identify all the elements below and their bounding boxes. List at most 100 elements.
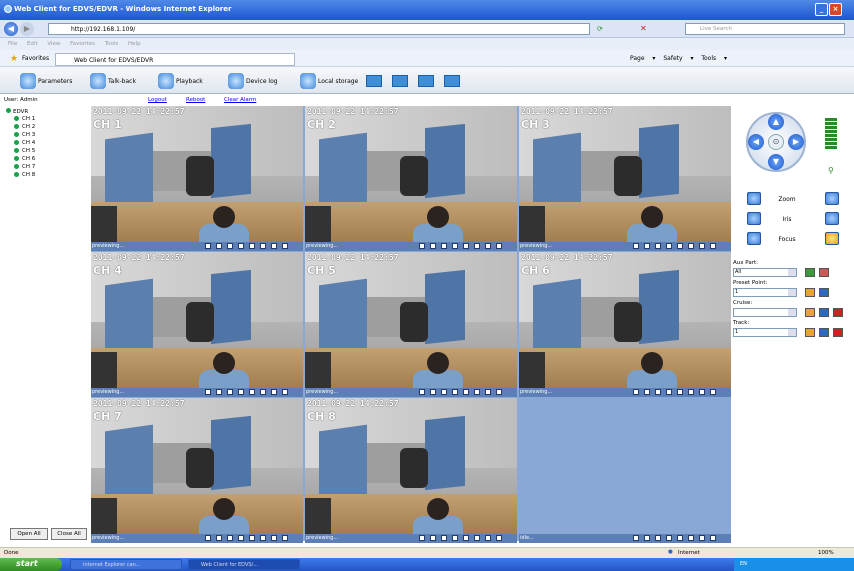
zoom-icon[interactable] [419, 389, 425, 395]
talk-icon[interactable] [677, 243, 683, 249]
focus-far-button[interactable] [825, 232, 839, 245]
fullscreen-icon[interactable] [496, 389, 502, 395]
snapshot-icon[interactable] [227, 535, 233, 541]
track-stop-icon[interactable] [833, 328, 843, 337]
tree-item-ch5[interactable]: CH 5 [14, 148, 35, 156]
preset-call-icon[interactable] [819, 288, 829, 297]
talkback-button[interactable]: Talk-back [88, 73, 136, 89]
talk-icon[interactable] [463, 535, 469, 541]
cruise-start-icon[interactable] [819, 308, 829, 317]
talk-icon[interactable] [463, 389, 469, 395]
forward-icon[interactable]: ▶ [20, 22, 34, 36]
ptz-right-icon[interactable]: ▶ [788, 134, 804, 150]
snapshot-icon[interactable] [655, 535, 661, 541]
audio-icon[interactable] [452, 535, 458, 541]
audio-icon[interactable] [452, 243, 458, 249]
snapshot-icon[interactable] [227, 243, 233, 249]
zoom-icon[interactable] [205, 389, 211, 395]
track-start-icon[interactable] [819, 328, 829, 337]
zoom-icon[interactable] [205, 243, 211, 249]
stop-icon[interactable]: ✕ [640, 24, 647, 33]
open-all-button[interactable]: Open All [10, 528, 48, 540]
aux-off-icon[interactable] [819, 268, 829, 277]
record-icon[interactable] [644, 243, 650, 249]
refresh-icon[interactable] [271, 535, 277, 541]
tree-item-ch8[interactable]: CH 8 [14, 172, 35, 180]
zoom-icon[interactable] [633, 243, 639, 249]
record-icon[interactable] [644, 389, 650, 395]
ptz-icon[interactable] [474, 389, 480, 395]
zoom-in-button[interactable] [825, 192, 839, 205]
audio-icon[interactable] [238, 535, 244, 541]
talk-icon[interactable] [249, 389, 255, 395]
fullscreen-icon[interactable] [710, 243, 716, 249]
fullscreen-icon[interactable] [496, 243, 502, 249]
close-window-button[interactable]: × [829, 3, 842, 16]
tree-root[interactable]: EDVR [6, 108, 28, 115]
video-cell-ch1[interactable]: 2011-09-22 14:22:57 CH 1 previewing... [91, 106, 303, 251]
talk-icon[interactable] [249, 535, 255, 541]
aux-on-icon[interactable] [805, 268, 815, 277]
iris-open-button[interactable] [825, 212, 839, 225]
audio-icon[interactable] [666, 389, 672, 395]
fullscreen-icon[interactable] [496, 535, 502, 541]
video-cell-empty[interactable]: idle... [519, 398, 731, 543]
talk-icon[interactable] [677, 389, 683, 395]
tree-item-ch4[interactable]: CH 4 [14, 140, 35, 148]
ptz-icon[interactable] [260, 389, 266, 395]
layout-16-icon[interactable] [444, 75, 460, 87]
camera-feed[interactable]: 2011-09-22 14:22:57 CH 1 [91, 106, 303, 242]
audio-icon[interactable] [238, 243, 244, 249]
camera-feed[interactable]: 2011-09-22 14:22:57 CH 7 [91, 398, 303, 534]
record-icon[interactable] [216, 243, 222, 249]
cruise-select[interactable] [733, 308, 797, 317]
video-cell-ch3[interactable]: 2011-09-22 14:22:57 CH 3 previewing... [519, 106, 731, 251]
refresh-icon[interactable] [699, 243, 705, 249]
snapshot-icon[interactable] [227, 389, 233, 395]
video-cell-ch2[interactable]: 2011-09-22 14:22:57 CH 2 previewing... [305, 106, 517, 251]
video-cell-ch7[interactable]: 2011-09-22 14:22:57 CH 7 previewing... [91, 398, 303, 543]
tree-item-ch3[interactable]: CH 3 [14, 132, 35, 140]
record-icon[interactable] [216, 535, 222, 541]
taskbar-item-web-client[interactable]: Web Client for EDVS/... [188, 559, 300, 570]
ptz-speed-bar[interactable] [825, 118, 837, 166]
start-button[interactable]: start [0, 558, 62, 571]
favorites-star-icon[interactable]: ★ [10, 54, 18, 64]
talk-icon[interactable] [249, 243, 255, 249]
tree-item-ch6[interactable]: CH 6 [14, 156, 35, 164]
ptz-icon[interactable] [688, 243, 694, 249]
talk-icon[interactable] [463, 243, 469, 249]
logout-link[interactable]: Logout [148, 97, 167, 103]
parameters-button[interactable]: Parameters [18, 73, 72, 89]
track-select[interactable]: 1 [733, 328, 797, 337]
local-storage-button[interactable]: Local storage [298, 73, 358, 89]
ptz-auto-icon[interactable]: ⊙ [768, 134, 784, 150]
zoom-out-button[interactable] [747, 192, 761, 205]
audio-icon[interactable] [452, 389, 458, 395]
refresh-icon[interactable] [485, 389, 491, 395]
taskbar-item-ie-error[interactable]: Internet Explorer can... [70, 559, 182, 570]
record-icon[interactable] [644, 535, 650, 541]
ptz-icon[interactable] [474, 535, 480, 541]
record-icon[interactable] [430, 535, 436, 541]
snapshot-icon[interactable] [441, 389, 447, 395]
layout-4-icon[interactable] [392, 75, 408, 87]
camera-feed[interactable]: 2011-09-22 14:22:57 CH 6 [519, 252, 731, 388]
aux-part-select[interactable]: All [733, 268, 797, 277]
refresh-icon[interactable]: ⟳ [597, 25, 603, 33]
zoom-icon[interactable] [419, 243, 425, 249]
zoom-icon[interactable] [205, 535, 211, 541]
camera-feed[interactable]: 2011-09-22 14:22:57 CH 8 [305, 398, 517, 534]
tree-item-ch7[interactable]: CH 7 [14, 164, 35, 172]
talk-icon[interactable] [677, 535, 683, 541]
video-cell-ch6[interactable]: 2011-09-22 14:22:57 CH 6 previewing... [519, 252, 731, 397]
snapshot-icon[interactable] [655, 243, 661, 249]
ptz-up-icon[interactable]: ▲ [768, 114, 784, 130]
ptz-icon[interactable] [688, 389, 694, 395]
focus-near-button[interactable] [747, 232, 761, 245]
snapshot-icon[interactable] [441, 535, 447, 541]
camera-feed[interactable]: 2011-09-22 14:22:57 CH 4 [91, 252, 303, 388]
zoom-level[interactable]: 100% [818, 550, 834, 556]
snapshot-icon[interactable] [655, 389, 661, 395]
zoom-icon[interactable] [633, 535, 639, 541]
